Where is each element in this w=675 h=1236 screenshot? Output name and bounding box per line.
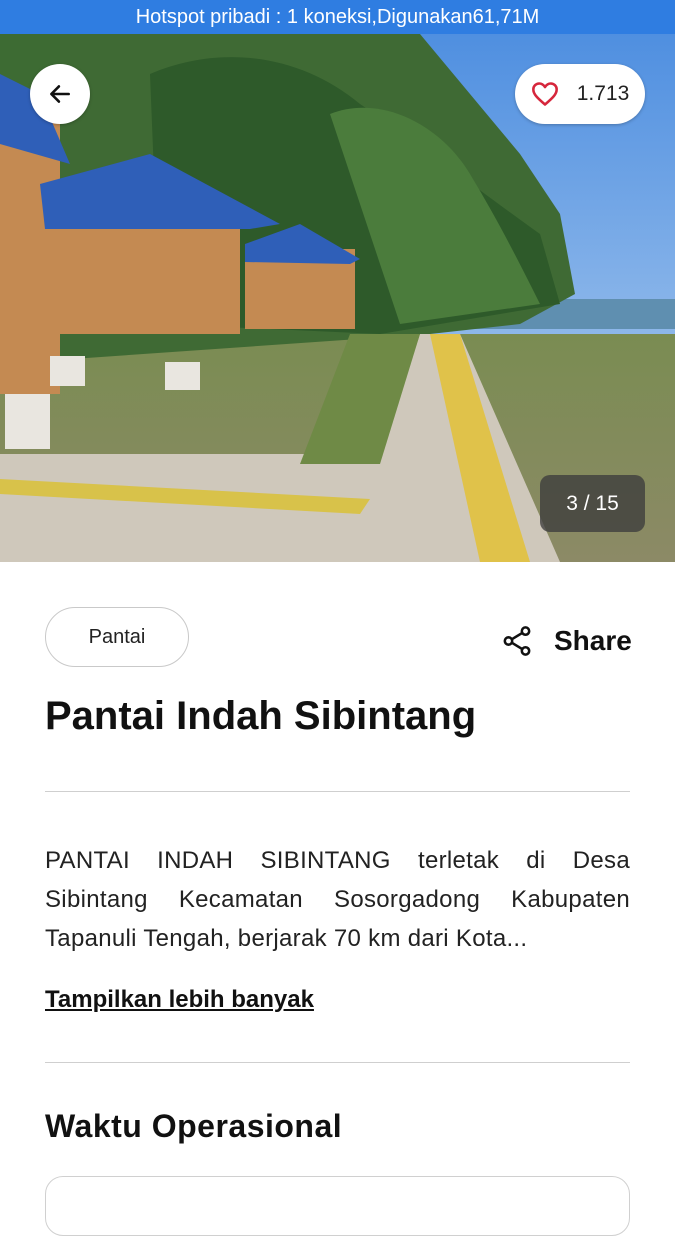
like-button[interactable]: 1.713 [515, 64, 645, 124]
share-button[interactable]: Share [500, 618, 635, 664]
divider [45, 1062, 630, 1063]
heart-outline-icon [531, 82, 558, 106]
operational-hours-card[interactable] [45, 1176, 630, 1236]
page-title: Pantai Indah Sibintang [45, 694, 477, 738]
status-bar: Hotspot pribadi : 1 koneksi,Digunakan61,… [0, 0, 675, 34]
back-button[interactable] [30, 64, 90, 124]
category-chip[interactable]: Pantai [45, 607, 189, 667]
like-count: 1.713 [576, 82, 630, 105]
description-text: PANTAI INDAH SIBINTANG terletak di Desa … [45, 847, 630, 952]
arrow-left-icon [50, 85, 70, 103]
divider [45, 791, 630, 792]
section-title-operational-hours: Waktu Operasional [45, 1108, 343, 1144]
photo-counter: 3 / 15 [540, 475, 645, 532]
show-more-link[interactable]: Tampilkan lebih banyak [45, 986, 314, 1014]
share-label: Share [554, 625, 632, 656]
share-icon [503, 626, 531, 656]
